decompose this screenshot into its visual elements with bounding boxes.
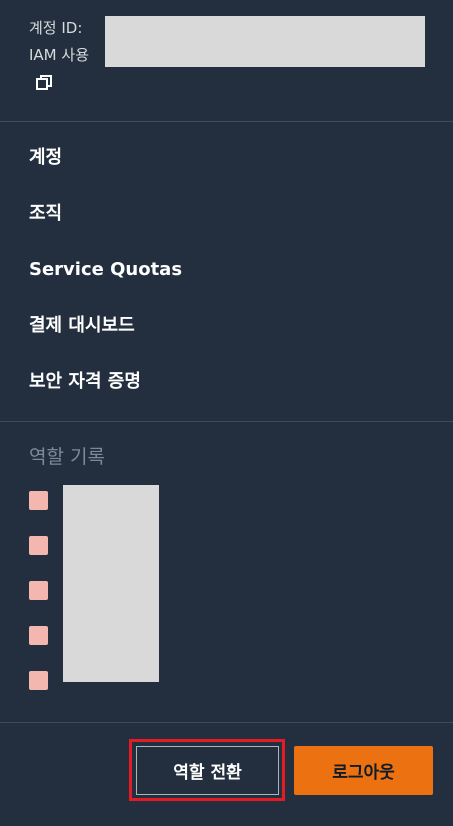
role-color-swatch [29, 671, 48, 690]
redacted-account-info [105, 16, 425, 67]
account-id-label: 계정 ID: [29, 19, 83, 37]
account-menu: 계정 조직 Service Quotas 결제 대시보드 보안 자격 증명 [29, 140, 182, 420]
menu-item-service-quotas[interactable]: Service Quotas [29, 252, 182, 308]
role-color-swatch [29, 491, 48, 510]
copy-icon[interactable] [34, 73, 54, 93]
menu-item-billing-dashboard[interactable]: 결제 대시보드 [29, 308, 182, 364]
redacted-role-names [63, 485, 159, 682]
role-history-title: 역할 기록 [29, 446, 105, 468]
account-header: 계정 ID: IAM 사용 [0, 0, 453, 121]
menu-item-organizations[interactable]: 조직 [29, 196, 182, 252]
menu-item-security-credentials[interactable]: 보안 자격 증명 [29, 364, 182, 420]
iam-user-label: IAM 사용 [29, 46, 89, 64]
menu-footer: 역할 전환 로그아웃 [0, 722, 453, 826]
switch-role-button[interactable]: 역할 전환 [136, 746, 279, 795]
role-color-swatch [29, 581, 48, 600]
role-color-swatch [29, 626, 48, 645]
menu-item-account[interactable]: 계정 [29, 140, 182, 196]
logout-button[interactable]: 로그아웃 [294, 746, 433, 795]
role-color-swatch [29, 536, 48, 555]
divider-top [0, 121, 453, 122]
divider-middle [0, 421, 453, 422]
